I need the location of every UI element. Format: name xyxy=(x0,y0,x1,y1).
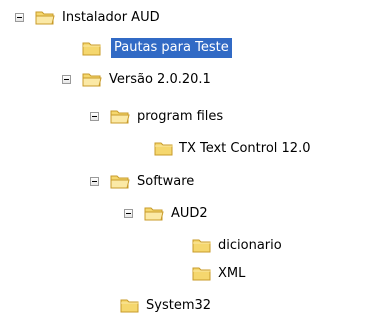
tree-node-label: Versão 2.0.20.1 xyxy=(109,72,211,87)
folder-open-icon xyxy=(35,9,55,26)
folder-open-icon xyxy=(110,108,130,125)
folder-tree: Instalador AUD Pautas para Teste Versão … xyxy=(0,0,380,320)
tree-node-label: TX Text Control 12.0 xyxy=(179,141,311,156)
folder-open-icon xyxy=(144,205,164,222)
tree-node-label: dicionario xyxy=(218,238,282,253)
collapse-icon[interactable] xyxy=(124,209,133,218)
collapse-icon[interactable] xyxy=(62,75,71,84)
tree-node-label: program files xyxy=(137,109,224,124)
folder-icon xyxy=(192,237,212,254)
folder-icon xyxy=(82,40,102,57)
folder-open-icon xyxy=(82,71,102,88)
collapse-icon[interactable] xyxy=(15,13,24,22)
folder-icon xyxy=(192,265,212,282)
collapse-icon[interactable] xyxy=(90,112,99,121)
tree-node-label: Instalador AUD xyxy=(62,10,160,25)
folder-icon xyxy=(154,140,174,157)
folder-open-icon xyxy=(110,173,130,190)
collapse-icon[interactable] xyxy=(90,177,99,186)
tree-node-label: Software xyxy=(137,174,195,189)
tree-node-label: AUD2 xyxy=(171,206,208,221)
tree-node-label: XML xyxy=(218,266,246,281)
tree-node-label: Pautas para Teste xyxy=(111,38,232,58)
tree-node-label: System32 xyxy=(146,298,212,313)
folder-icon xyxy=(120,297,140,314)
